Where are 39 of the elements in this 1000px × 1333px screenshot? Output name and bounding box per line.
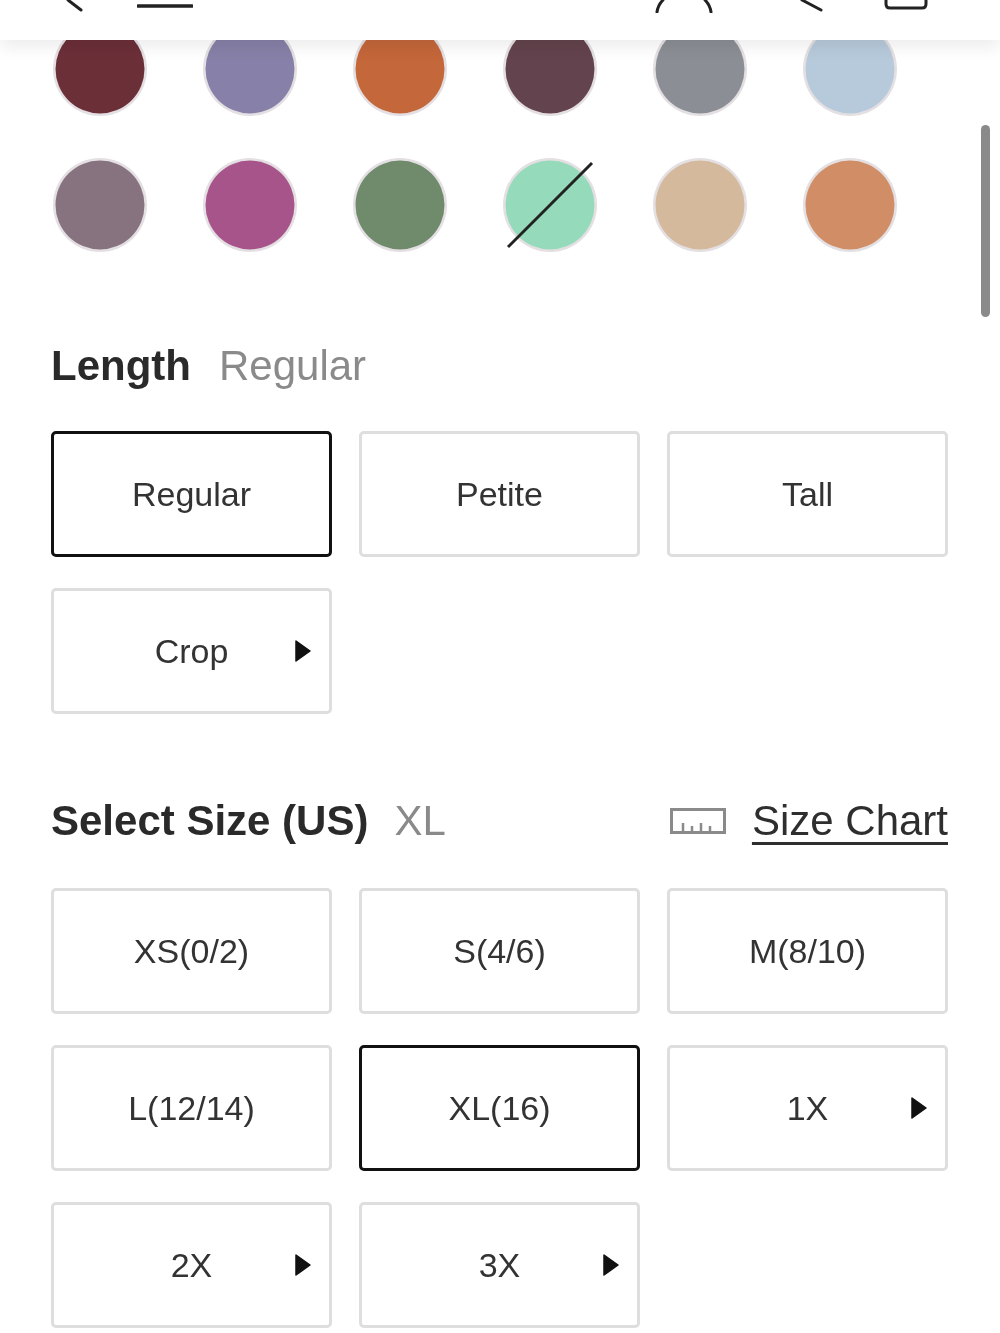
color-swatch-icon[interactable]: [651, 156, 749, 254]
section-title: Select Size (US): [51, 796, 369, 846]
color-swatch-icon[interactable]: [351, 40, 449, 118]
size-chart-link[interactable]: Size Chart: [751, 796, 948, 846]
option-button[interactable]: XS(0/2): [51, 888, 332, 1014]
bag-icon[interactable]: [884, 0, 928, 10]
option-button[interactable]: L(12/14): [51, 1045, 332, 1171]
triangle-icon: [295, 640, 311, 662]
option-button[interactable]: Regular: [51, 431, 332, 557]
color-swatch-icon[interactable]: [801, 40, 899, 118]
option-button[interactable]: Tall: [667, 431, 948, 557]
color-swatch-icon[interactable]: [51, 40, 149, 118]
search-icon[interactable]: [800, 0, 824, 12]
option-button[interactable]: Crop: [51, 588, 332, 714]
section-title: Length: [51, 341, 191, 391]
option-button[interactable]: 2X: [51, 1202, 332, 1328]
color-swatch-icon[interactable]: [51, 156, 149, 254]
color-swatch-icon[interactable]: [351, 156, 449, 254]
chevron-icon[interactable]: [66, 0, 84, 12]
option-button[interactable]: 3X: [359, 1202, 640, 1328]
option-button[interactable]: 1X: [667, 1045, 948, 1171]
ruler-icon: [669, 808, 726, 834]
option-button[interactable]: M(8/10): [667, 888, 948, 1014]
option-button[interactable]: Petite: [359, 431, 640, 557]
person-icon[interactable]: [654, 0, 714, 13]
triangle-icon: [603, 1254, 619, 1276]
color-swatch-icon[interactable]: [651, 40, 749, 118]
color-swatch-icon[interactable]: [801, 156, 899, 254]
color-swatch-icon[interactable]: [201, 156, 299, 254]
color-swatch-icon[interactable]: [501, 40, 599, 118]
triangle-icon: [911, 1097, 927, 1119]
option-button[interactable]: S(4/6): [359, 888, 640, 1014]
option-button[interactable]: XL(16): [359, 1045, 640, 1171]
scrollbar-thumb[interactable]: [981, 125, 990, 317]
color-swatch-icon[interactable]: [201, 40, 299, 118]
triangle-icon: [295, 1254, 311, 1276]
color-swatch-icon[interactable]: [501, 156, 599, 254]
selected-value: XL: [394, 796, 446, 846]
selected-value: Regular: [218, 341, 367, 391]
